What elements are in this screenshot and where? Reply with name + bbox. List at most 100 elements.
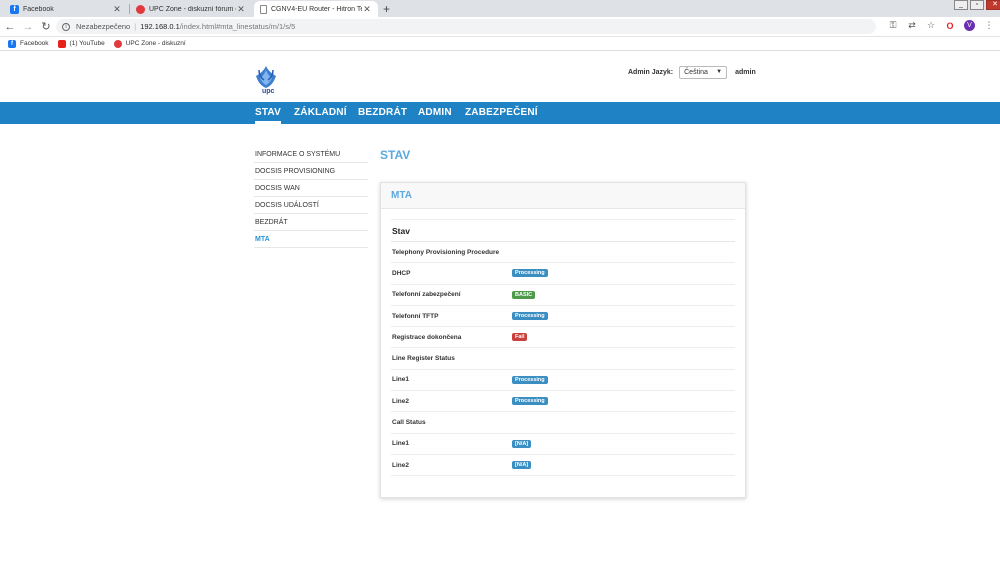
upc-icon bbox=[113, 39, 122, 48]
main-navigation: STAV ZÁKLADNÍ BEZDRÁT ADMIN ZABEZPEČENÍ bbox=[0, 102, 1000, 124]
tab-router[interactable]: CGNV4-EU Router - Hitron Techn ✕ bbox=[254, 1, 378, 17]
bookmark-label: UPC Zone - diskuzní bbox=[125, 40, 186, 47]
chevron-down-icon: ▼ bbox=[716, 69, 723, 75]
status-badge: Processing bbox=[512, 375, 548, 384]
panel-title: MTA bbox=[381, 183, 745, 209]
address-bar[interactable]: i Nezabezpečeno | 192.168.0.1/index.html… bbox=[56, 19, 876, 34]
status-row-registration: Registrace dokončena Fail bbox=[391, 327, 735, 349]
side-menu: INFORMACE O SYSTÉMU DOCSIS PROVISIONING … bbox=[254, 146, 368, 248]
tab-upc-zone[interactable]: UPC Zone - diskuzní fórum o UPC ✕ bbox=[130, 1, 252, 17]
status-row-dhcp: DHCP Processing bbox=[391, 263, 735, 285]
youtube-icon bbox=[57, 39, 66, 48]
window-controls: _ ▫ ✕ bbox=[952, 0, 1000, 10]
star-icon[interactable]: ☆ bbox=[926, 20, 936, 31]
status-row-line2-call: Line2 [N/A] bbox=[391, 455, 735, 477]
status-badge: Fail bbox=[512, 333, 528, 342]
document-icon bbox=[260, 4, 267, 14]
facebook-icon: f bbox=[8, 39, 16, 48]
status-badge: Processing bbox=[512, 312, 548, 321]
toolbar-right: ⚿ ⇄ ☆ O V ⋮ bbox=[879, 20, 994, 31]
sidemenu-item-mta[interactable]: MTA bbox=[254, 231, 368, 248]
row-label: Line2 bbox=[392, 461, 409, 469]
status-row-security: Telefonní zabezpečení BASIC bbox=[391, 285, 735, 306]
status-row-tftp: Telefonní TFTP Processing bbox=[391, 306, 735, 328]
close-icon[interactable]: ✕ bbox=[112, 4, 122, 15]
status-badge: BASIC bbox=[512, 290, 536, 299]
new-tab-button[interactable]: + bbox=[383, 2, 390, 16]
sidemenu-item-bezdrat[interactable]: BEZDRÁT bbox=[254, 214, 368, 231]
admin-bar: Admin Jazyk: Čeština ▼ admin bbox=[628, 66, 756, 79]
maximize-icon[interactable]: ▫ bbox=[970, 0, 984, 10]
facebook-icon: f bbox=[10, 4, 19, 14]
row-label: Telefonní zabezpečení bbox=[392, 291, 461, 299]
sidemenu-item-docsis-wan[interactable]: DOCSIS WAN bbox=[254, 180, 368, 197]
row-label: Line Register Status bbox=[392, 355, 455, 363]
status-row-line2-register: Line2 Processing bbox=[391, 391, 735, 413]
tab-facebook[interactable]: f Facebook ✕ bbox=[4, 1, 128, 17]
admin-user-link[interactable]: admin bbox=[735, 69, 756, 76]
info-icon[interactable]: i bbox=[62, 22, 70, 31]
bookmarks-bar: f Facebook (1) YouTube UPC Zone - diskuz… bbox=[0, 37, 1000, 51]
back-icon[interactable]: ← bbox=[2, 21, 18, 33]
sidemenu-item-docsis-provisioning[interactable]: DOCSIS PROVISIONING bbox=[254, 163, 368, 180]
bookmark-label: (1) YouTube bbox=[69, 40, 105, 47]
nav-zabezpeceni[interactable]: ZABEZPEČENÍ bbox=[465, 107, 538, 118]
upc-icon bbox=[136, 4, 145, 14]
section-title: Stav bbox=[391, 219, 735, 242]
minimize-icon[interactable]: _ bbox=[954, 0, 968, 10]
nav-admin[interactable]: ADMIN bbox=[418, 107, 452, 118]
nav-zakladni[interactable]: ZÁKLADNÍ bbox=[294, 107, 347, 118]
profile-avatar[interactable]: V bbox=[964, 20, 975, 31]
url-host: 192.168.0.1 bbox=[140, 22, 180, 31]
sidemenu-item-docsis-udalosti[interactable]: DOCSIS UDÁLOSTÍ bbox=[254, 197, 368, 214]
admin-language-label: Admin Jazyk: bbox=[628, 69, 674, 76]
language-selected: Čeština bbox=[684, 69, 708, 76]
status-badge: Processing bbox=[512, 269, 548, 278]
row-label: Line1 bbox=[392, 440, 409, 448]
url-path: /index.html#mta_linestatus/m/1/s/5 bbox=[179, 22, 296, 31]
nav-stav[interactable]: STAV bbox=[255, 107, 281, 124]
row-label: Registrace dokončena bbox=[392, 333, 462, 341]
language-select[interactable]: Čeština ▼ bbox=[679, 66, 728, 79]
browser-toolbar: ← → ↻ i Nezabezpečeno | 192.168.0.1/inde… bbox=[0, 17, 1000, 37]
mta-panel: MTA Stav Telephony Provisioning Procedur… bbox=[380, 182, 746, 498]
status-row-line1-register: Line1 Processing bbox=[391, 370, 735, 392]
panel-body: Stav Telephony Provisioning Procedure DH… bbox=[381, 209, 745, 477]
opera-icon[interactable]: O bbox=[945, 21, 955, 31]
bookmark-facebook[interactable]: f Facebook bbox=[8, 39, 49, 48]
menu-icon[interactable]: ⋮ bbox=[984, 20, 994, 31]
group-row-call-status: Call Status bbox=[391, 412, 735, 434]
close-icon[interactable]: ✕ bbox=[362, 4, 372, 15]
bookmark-label: Facebook bbox=[20, 40, 49, 47]
close-window-icon[interactable]: ✕ bbox=[986, 0, 1000, 10]
close-icon[interactable]: ✕ bbox=[236, 4, 246, 15]
tab-title: CGNV4-EU Router - Hitron Techn bbox=[271, 5, 362, 13]
key-icon[interactable]: ⚿ bbox=[888, 20, 898, 31]
nav-bezdrat[interactable]: BEZDRÁT bbox=[358, 107, 407, 118]
bookmark-youtube[interactable]: (1) YouTube bbox=[57, 39, 105, 48]
translate-icon[interactable]: ⇄ bbox=[907, 20, 917, 31]
row-label: Telefonní TFTP bbox=[392, 312, 439, 320]
security-label: Nezabezpečeno bbox=[76, 22, 131, 31]
logo-text: upc bbox=[262, 88, 275, 95]
status-badge: [N/A] bbox=[512, 461, 532, 470]
status-badge: [N/A] bbox=[512, 439, 532, 448]
status-row-line1-call: Line1 [N/A] bbox=[391, 434, 735, 455]
row-label: Telephony Provisioning Procedure bbox=[392, 248, 500, 256]
status-badge: Processing bbox=[512, 397, 548, 406]
forward-icon[interactable]: → bbox=[20, 21, 36, 33]
bookmark-upc-zone[interactable]: UPC Zone - diskuzní bbox=[113, 39, 186, 48]
reload-icon[interactable]: ↻ bbox=[38, 20, 54, 33]
row-label: Line1 bbox=[392, 376, 409, 384]
group-row-provisioning: Telephony Provisioning Procedure bbox=[391, 242, 735, 264]
tab-title: UPC Zone - diskuzní fórum o UPC bbox=[149, 5, 236, 13]
row-label: Line2 bbox=[392, 397, 409, 405]
row-label: DHCP bbox=[392, 269, 411, 277]
row-label: Call Status bbox=[392, 419, 426, 427]
sidemenu-item-informace[interactable]: INFORMACE O SYSTÉMU bbox=[254, 146, 368, 163]
group-row-line-register: Line Register Status bbox=[391, 348, 735, 370]
browser-tab-bar: f Facebook ✕ UPC Zone - diskuzní fórum o… bbox=[0, 0, 1000, 17]
tab-title: Facebook bbox=[23, 5, 54, 13]
router-page: upc Admin Jazyk: Čeština ▼ admin STAV ZÁ… bbox=[0, 52, 1000, 563]
divider: | bbox=[134, 22, 137, 31]
